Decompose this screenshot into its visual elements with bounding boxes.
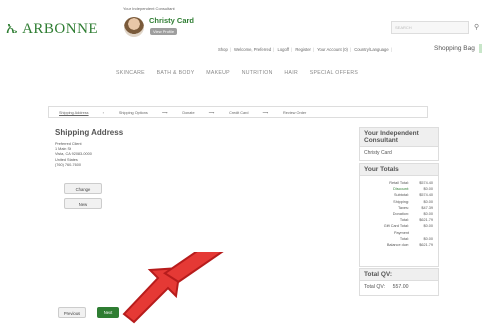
search-icon[interactable]: ⚲ (474, 23, 479, 31)
nav-makeup[interactable]: MAKEUP (206, 70, 230, 76)
link-country[interactable]: Country/Language (354, 47, 388, 52)
step-arrow-icon: ⟶ (208, 111, 215, 115)
step-review-order: Review Order (283, 111, 307, 115)
link-account[interactable]: Your Account (0) (317, 47, 348, 52)
utility-links: Shop | Welcome, Preferred | Logoff | Regist… (218, 47, 392, 52)
nav-bath-body[interactable]: BATH & BODY (157, 70, 195, 76)
page-title: Shipping Address (55, 128, 124, 137)
nav-hair[interactable]: HAIR (284, 70, 298, 76)
step-shipping-address: Shipping Address (59, 111, 89, 115)
totals-row: Balance due: $621.79 (386, 242, 433, 247)
link-register[interactable]: Register (295, 47, 311, 52)
consultant-panel-title: Your Independent Consultant (360, 128, 438, 147)
arbonne-logo[interactable]: ኤ ARBONNE (6, 20, 98, 38)
next-button[interactable]: Next (97, 307, 119, 318)
nav-special-offers[interactable]: SPECIAL OFFERS (310, 70, 358, 76)
view-profile-button[interactable]: View Profile (150, 28, 178, 35)
nav-nutrition[interactable]: NUTRITION (242, 70, 273, 76)
step-arrow-icon: ⟶ (262, 111, 268, 115)
step-credit-card: Credit Card (229, 111, 249, 115)
step-separator: › (102, 111, 104, 115)
avatar (124, 17, 144, 37)
qv-panel-title: Total QV: (360, 269, 438, 281)
totals-panel-title: Your Totals (360, 164, 438, 176)
consultant-label: Your Independent Consultant (123, 6, 175, 11)
link-logoff[interactable]: Logoff (277, 47, 289, 52)
consultant-name[interactable]: Christy Card (149, 16, 194, 25)
red-arrow-icon (122, 252, 239, 324)
qv-label: Total QV: (364, 284, 386, 290)
link-welcome: Welcome, Preferred (234, 47, 272, 52)
main-nav: SKINCARE BATH & BODY MAKEUP NUTRITION HA… (116, 70, 368, 76)
previous-button[interactable]: Previous (58, 307, 86, 318)
logo-mark-icon: ኤ (6, 21, 18, 37)
consultant-panel: Your Independent Consultant Christy Card (359, 127, 439, 161)
qv-value: 557.00 (392, 284, 409, 290)
step-arrow-icon: ⟶ (161, 111, 168, 115)
consultant-panel-name: Christy Card (364, 150, 392, 156)
step-shipping-options: Shipping Options (118, 111, 148, 115)
qv-value-row: Total QV: 557.00 (360, 281, 438, 293)
link-shop[interactable]: Shop (218, 47, 228, 52)
new-address-button[interactable]: New (64, 198, 102, 209)
change-address-button[interactable]: Change (64, 183, 102, 194)
qv-panel: Total QV: Total QV: 557.00 (359, 268, 439, 296)
step-donate: Donate (182, 111, 195, 115)
search-input[interactable]: SEARCH (391, 21, 469, 34)
address-line: (760) 760-7600 (55, 162, 81, 167)
shopping-bag-link[interactable]: Shopping Bag (434, 45, 475, 52)
totals-panel: Your Totals Retail Total: $574.40 Discoun… (359, 163, 439, 267)
shipping-address-block: Preferred Client 1 Main St Vista, CA 920… (55, 142, 92, 168)
logo-text: ARBONNE (22, 21, 99, 37)
address-line: Vista, CA 92083-0000 (55, 152, 92, 157)
nav-skincare[interactable]: SKINCARE (116, 70, 145, 76)
checkout-steps: Shipping Address › Shipping Options ⟶ Dona… (48, 106, 428, 118)
